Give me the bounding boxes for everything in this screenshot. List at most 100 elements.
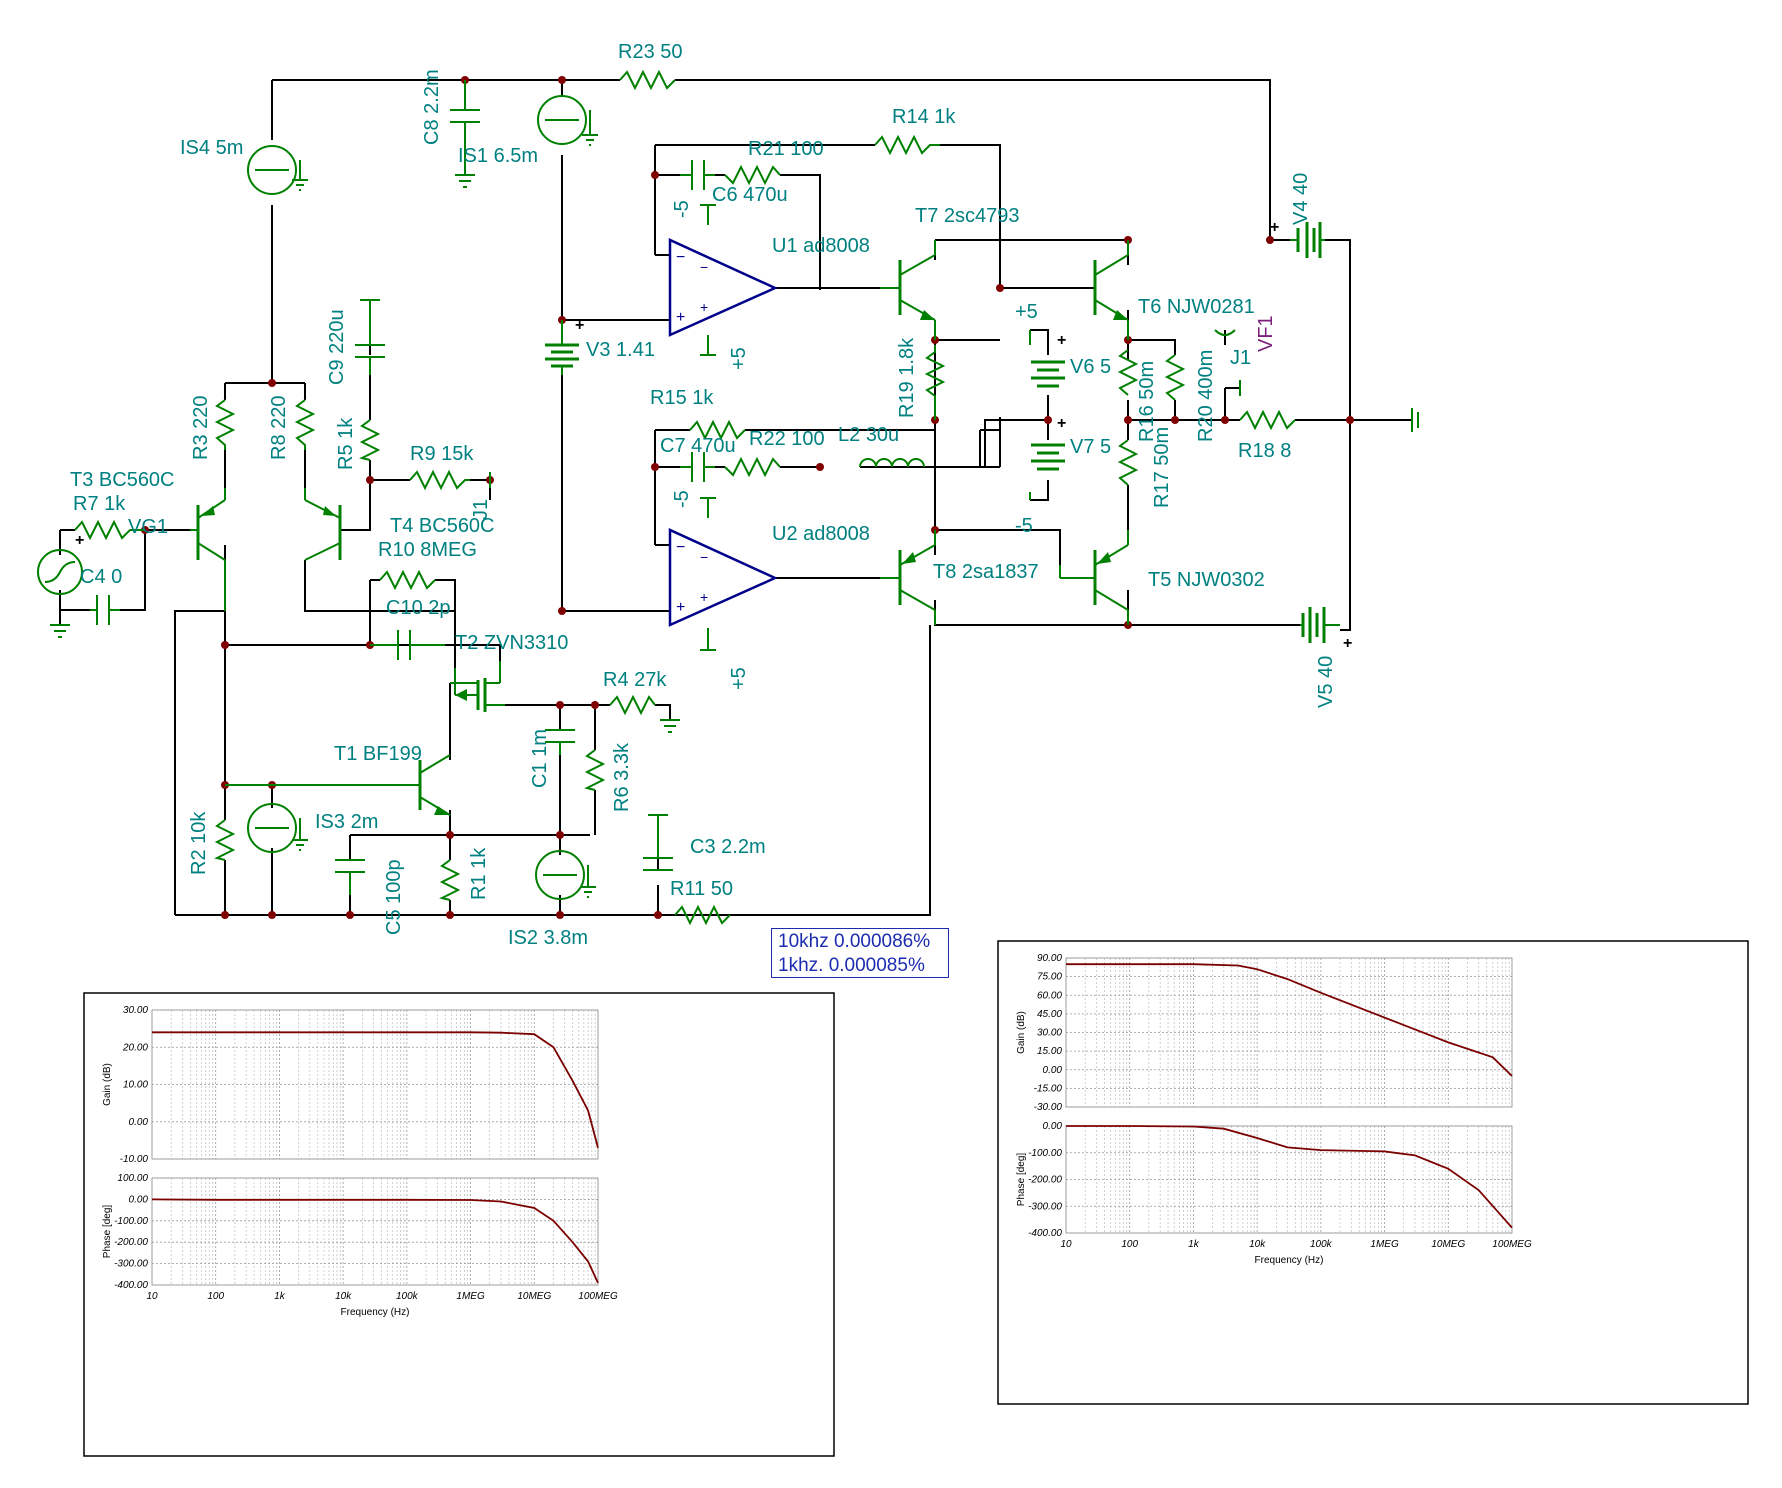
- y-tick-label: 90.00: [1037, 953, 1062, 964]
- label-r5: R5 1k: [335, 417, 357, 470]
- y-tick-label: 0.00: [129, 1117, 149, 1128]
- label-r20: R20 400m: [1195, 350, 1217, 442]
- label-l2: L2 30u: [838, 424, 899, 446]
- label-r4: R4 27k: [603, 669, 667, 691]
- x-tick-label: 10k: [1249, 1239, 1266, 1250]
- svg-text:−: −: [676, 249, 685, 266]
- battery-v7: [1031, 443, 1065, 471]
- label-u2-pos-supply: +5: [728, 667, 750, 690]
- current-source-is2: [535, 850, 596, 900]
- label-v3: V3 1.41: [586, 339, 655, 361]
- resistor-r4: [609, 694, 656, 716]
- x-tick-label: 10: [1060, 1239, 1072, 1250]
- gnd-vg1: [50, 624, 70, 638]
- y-tick-label: -200.00: [114, 1237, 148, 1248]
- y-axis-label: Phase [deg]: [102, 1205, 113, 1259]
- y-tick-label: 45.00: [1037, 1009, 1062, 1020]
- label-c7: C7 470u: [660, 435, 736, 457]
- y-axis-label: Phase [deg]: [1016, 1153, 1027, 1207]
- label-r19: R19 1.8k: [896, 337, 918, 418]
- label-c1: C1 1m: [529, 729, 551, 788]
- x-tick-label: 10k: [335, 1291, 352, 1302]
- resistor-r22: [724, 456, 781, 478]
- label-r3: R3 220: [190, 395, 212, 460]
- label-c3: C3 2.2m: [690, 836, 766, 858]
- y-tick-label: 20.00: [122, 1042, 148, 1053]
- thd-line-10khz: 10khz 0.000086%: [778, 931, 931, 952]
- label-r1: R1 1k: [468, 847, 490, 900]
- current-source-is4: [247, 145, 308, 195]
- label-r8: R8 220: [268, 395, 290, 460]
- label-u2: U2 ad8008: [772, 523, 870, 545]
- label-is2: IS2 3.8m: [508, 927, 588, 949]
- x-tick-label: 10: [146, 1291, 158, 1302]
- capacitor-c5: [335, 859, 365, 895]
- resistor-r8: [294, 399, 316, 450]
- inductor-l2: [859, 458, 925, 468]
- capacitor-c6: [680, 160, 715, 190]
- label-t7: T7 2sc4793: [915, 205, 1020, 227]
- resistor-r23: [619, 69, 676, 91]
- x-tick-label: 100k: [1310, 1239, 1333, 1250]
- label-v6-supply: +5: [1015, 301, 1038, 323]
- label-r14: R14 1k: [892, 106, 956, 128]
- resistor-r9: [409, 469, 470, 491]
- resistor-r21: [724, 164, 781, 186]
- label-vf1: VF1: [1255, 315, 1277, 352]
- svg-text:+: +: [676, 309, 685, 326]
- gain-plot-1: 30.00 20.00 10.00 0.00 -10.00 Gain (dB): [102, 1005, 599, 1165]
- label-u1-pos-supply: +5: [728, 347, 750, 370]
- plus-vg1: +: [75, 532, 84, 549]
- label-j1-right: J1: [1230, 347, 1251, 369]
- label-t2: T2 ZVN3310: [455, 632, 568, 654]
- label-r6: R6 3.3k: [611, 742, 633, 812]
- resistor-r17: [1117, 439, 1139, 486]
- x-tick-label: 100: [1121, 1239, 1138, 1250]
- battery-v5: [1300, 607, 1340, 643]
- mosfet-t2: [450, 661, 505, 712]
- y-tick-label: 0.00: [1043, 1065, 1063, 1076]
- transistor-t5: [1059, 530, 1129, 625]
- resistor-r6: [584, 749, 606, 791]
- label-r11: R11 50: [670, 878, 733, 900]
- x-tick-label: 1MEG: [456, 1291, 485, 1302]
- label-vg1: VG1: [128, 516, 168, 538]
- plus-v3: +: [575, 317, 584, 334]
- y-tick-label: -300.00: [114, 1259, 148, 1270]
- plus-v4: +: [1270, 219, 1279, 236]
- label-r10: R10 8MEG: [378, 539, 477, 561]
- y-tick-label: -30.00: [1034, 1102, 1063, 1113]
- label-j1-left: J1: [470, 499, 492, 520]
- y-tick-label: -100.00: [114, 1216, 148, 1227]
- label-c9: C9 220u: [326, 309, 348, 385]
- voltage-source-vg1: [37, 549, 83, 595]
- label-is4: IS4 5m: [180, 137, 243, 159]
- y-tick-label: 30.00: [123, 1005, 148, 1016]
- label-r9: R9 15k: [410, 443, 474, 465]
- resistor-r5: [359, 419, 381, 461]
- battery-v3: [545, 320, 579, 375]
- capacitor-c9: [355, 299, 385, 375]
- label-v7-supply: -5: [1015, 515, 1033, 537]
- y-tick-label: -400.00: [1028, 1228, 1062, 1239]
- current-source-is3: [247, 803, 308, 853]
- gain-plot-2: 90.00 75.00 60.00 45.00 30.00 15.00 0.00 -15.00…: [1016, 953, 1513, 1113]
- current-source-is1: [537, 95, 598, 146]
- x-tick-label: 10MEG: [517, 1291, 551, 1302]
- capacitor-c8: [450, 80, 480, 188]
- label-t5: T5 NJW0302: [1148, 569, 1265, 591]
- label-r17: R17 50m: [1151, 427, 1173, 508]
- x-axis-label: Frequency (Hz): [1255, 1255, 1324, 1266]
- resistor-r20: [1164, 354, 1186, 401]
- opamp-u2: − + − +: [668, 528, 779, 627]
- label-r23: R23 50: [618, 41, 683, 63]
- transistor-t3: [190, 488, 226, 611]
- label-is3: IS3 2m: [315, 811, 378, 833]
- svg-text:−: −: [700, 549, 708, 565]
- battery-v4: [1290, 222, 1325, 258]
- battery-v6: [1031, 360, 1065, 388]
- transistor-t6: [1093, 240, 1129, 340]
- y-axis-label: Gain (dB): [1016, 1011, 1027, 1054]
- svg-text:+: +: [700, 299, 708, 315]
- plus-v7: +: [1057, 415, 1066, 432]
